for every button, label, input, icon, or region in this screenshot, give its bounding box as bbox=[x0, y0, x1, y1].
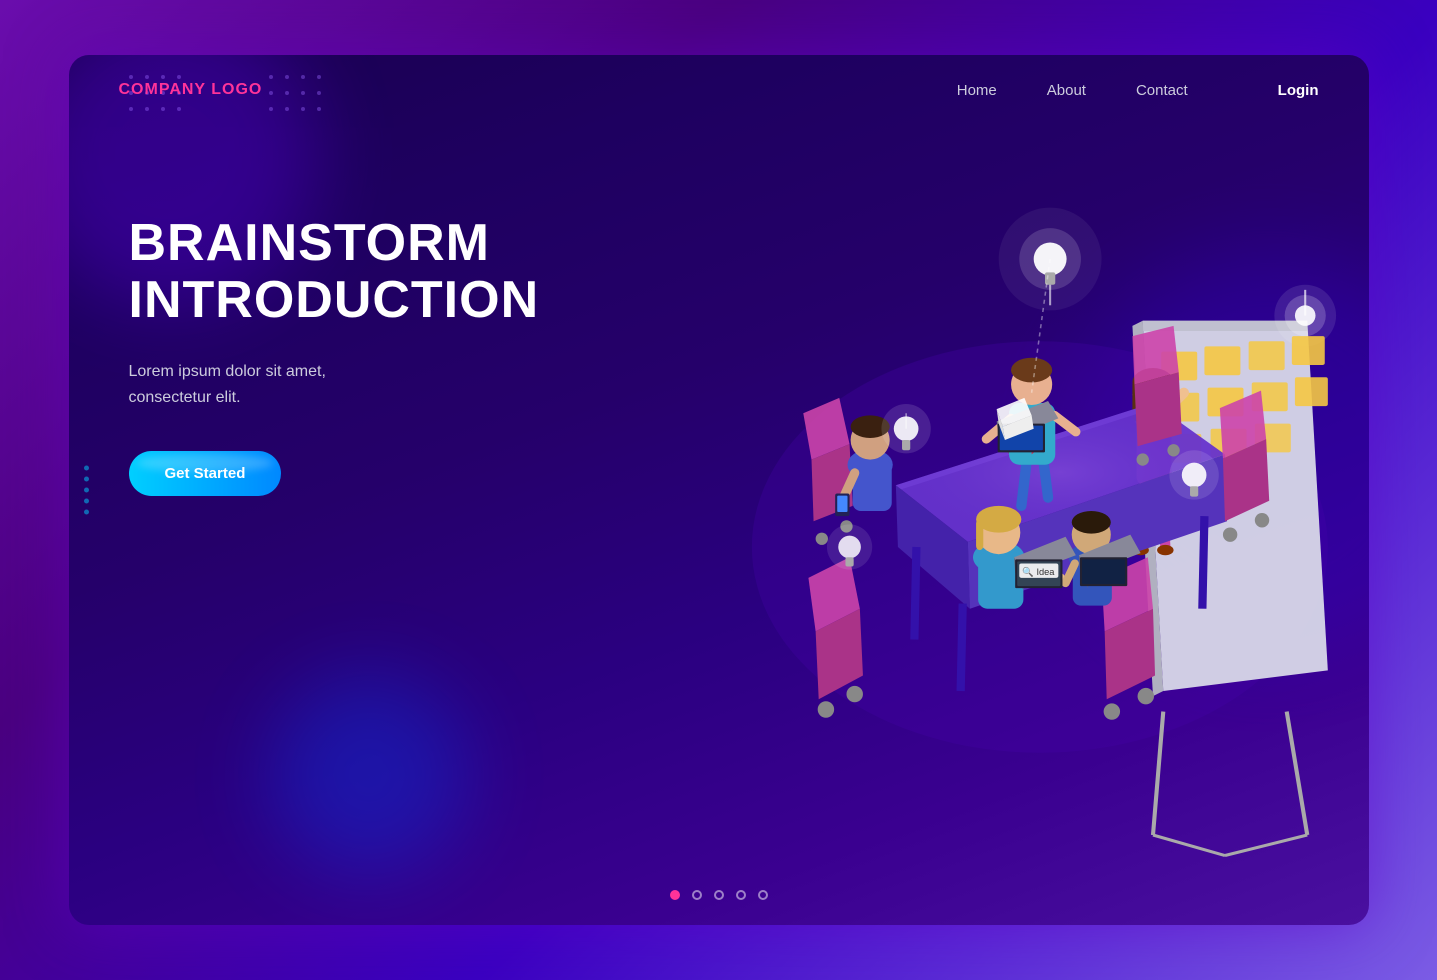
hero-title: BRAINSTORM INTRODUCTION bbox=[129, 215, 540, 329]
glow-orb-bl bbox=[269, 675, 469, 875]
page-dot-2[interactable] bbox=[692, 890, 702, 900]
illustration-scene: 🔍 Idea bbox=[649, 115, 1369, 875]
nav-links: Home About Contact Login bbox=[957, 82, 1319, 99]
page-dot-4[interactable] bbox=[736, 890, 746, 900]
iso-svg: 🔍 Idea bbox=[649, 115, 1369, 897]
main-frame: COMPANY LOGO Home About Contact Login BR… bbox=[69, 55, 1369, 925]
cta-get-started[interactable]: Get Started bbox=[129, 451, 282, 496]
nav-home[interactable]: Home bbox=[957, 82, 997, 99]
page-dot-5[interactable] bbox=[758, 890, 768, 900]
svg-text:🔍 Idea: 🔍 Idea bbox=[1022, 566, 1055, 578]
nav-contact[interactable]: Contact bbox=[1136, 82, 1188, 99]
navbar: COMPANY LOGO Home About Contact Login bbox=[69, 55, 1369, 125]
nav-login[interactable]: Login bbox=[1278, 82, 1319, 99]
hero-content: BRAINSTORM INTRODUCTION Lorem ipsum dolo… bbox=[129, 215, 540, 496]
left-decoration-dots bbox=[84, 466, 89, 515]
hero-subtitle: Lorem ipsum dolor sit amet,consectetur e… bbox=[129, 359, 540, 410]
page-dot-3[interactable] bbox=[714, 890, 724, 900]
company-logo: COMPANY LOGO bbox=[119, 81, 263, 99]
pagination bbox=[670, 890, 768, 900]
nav-about[interactable]: About bbox=[1047, 82, 1086, 99]
page-dot-1[interactable] bbox=[670, 890, 680, 900]
